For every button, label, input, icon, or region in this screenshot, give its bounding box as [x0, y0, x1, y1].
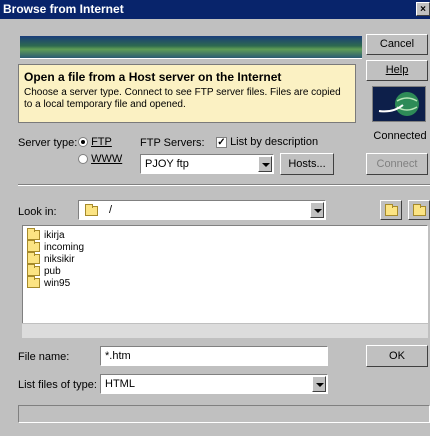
look-in-select[interactable]: / — [78, 200, 326, 220]
info-line-2: to a local temporary file and opened. — [24, 99, 186, 110]
banner-graphic — [20, 36, 362, 59]
look-in-label: Look in: — [18, 206, 57, 218]
file-type-select[interactable]: HTML — [100, 374, 328, 394]
info-heading: Open a file from a Host server on the In… — [24, 70, 282, 84]
ftp-server-value: PJOY ftp — [145, 158, 189, 170]
file-name-input[interactable]: *.htm — [100, 346, 328, 366]
help-button[interactable]: Help — [366, 60, 428, 81]
file-name-label: File name: — [18, 351, 70, 363]
list-by-description-label: List by description — [230, 136, 319, 148]
up-folder-icon — [385, 204, 398, 216]
server-type-label: Server type: — [18, 137, 78, 149]
info-line-1: Choose a server type. Connect to see FTP… — [24, 87, 341, 98]
close-icon[interactable]: × — [416, 2, 430, 16]
ftp-server-select[interactable]: PJOY ftp — [140, 154, 274, 174]
radio-icon — [78, 154, 88, 165]
file-name: ikirja — [44, 230, 65, 241]
file-name: incoming — [44, 242, 85, 253]
horizontal-scrollbar[interactable] — [22, 323, 428, 338]
folder-icon — [27, 264, 40, 277]
chevron-down-icon[interactable] — [310, 202, 324, 218]
up-one-level-button[interactable] — [380, 200, 402, 220]
folder-icon — [27, 276, 40, 289]
connection-globe-icon — [372, 86, 426, 122]
checkbox-icon: ✓ — [216, 136, 227, 148]
radio-icon — [78, 137, 88, 148]
file-type-label: List files of type: — [18, 379, 97, 391]
www-label: WWW — [91, 153, 123, 165]
file-name: niksikir — [44, 254, 75, 265]
file-type-value: HTML — [105, 378, 135, 390]
title-bar[interactable]: Browse from Internet × — [0, 0, 430, 19]
ftp-label: FTP — [91, 136, 112, 148]
file-name: win95 — [44, 278, 71, 289]
server-type-www-radio[interactable]: WWW — [78, 153, 122, 165]
new-folder-icon — [413, 204, 426, 216]
divider — [18, 184, 430, 186]
connection-status: Connected — [373, 130, 427, 142]
hosts-button[interactable]: Hosts... — [280, 153, 334, 175]
info-box: Open a file from a Host server on the In… — [18, 64, 356, 123]
ftp-servers-label: FTP Servers: — [140, 137, 205, 149]
file-name: pub — [44, 266, 61, 277]
connect-button[interactable]: Connect — [366, 153, 428, 175]
chevron-down-icon[interactable] — [258, 156, 272, 172]
server-type-ftp-radio[interactable]: FTP — [78, 136, 112, 148]
list-item[interactable]: incoming — [23, 240, 427, 254]
new-folder-button[interactable] — [408, 200, 430, 220]
open-folder-icon — [85, 204, 98, 216]
file-name-value: *.htm — [105, 350, 131, 362]
progress-bar — [18, 405, 430, 423]
list-by-description-checkbox[interactable]: ✓ List by description — [216, 136, 318, 148]
list-item[interactable]: niksikir — [23, 252, 427, 266]
list-item[interactable]: win95 — [23, 276, 427, 290]
list-item[interactable]: pub — [23, 264, 427, 278]
folder-icon — [27, 228, 40, 241]
folder-icon — [27, 240, 40, 253]
help-label: Help — [385, 64, 409, 76]
folder-icon — [27, 252, 40, 265]
list-item[interactable]: ikirja — [23, 228, 427, 242]
chevron-down-icon[interactable] — [312, 376, 326, 392]
file-list[interactable]: ikirja incoming niksikir pub win95 — [22, 225, 428, 338]
ok-button[interactable]: OK — [366, 345, 428, 367]
cancel-button[interactable]: Cancel — [366, 34, 428, 55]
window-title: Browse from Internet — [3, 2, 124, 16]
look-in-path: / — [109, 204, 113, 216]
